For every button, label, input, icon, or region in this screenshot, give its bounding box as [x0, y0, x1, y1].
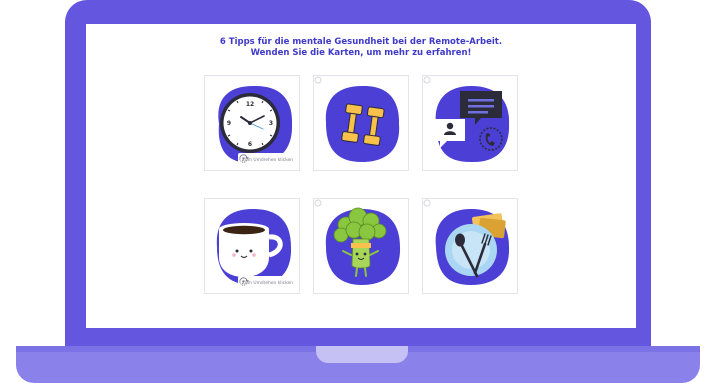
flip-card-coffee[interactable]: Zum Umdrehen klicken — [204, 198, 300, 294]
flip-icon — [314, 199, 322, 207]
dumbbell-icon — [325, 85, 400, 162]
flip-card-broccoli[interactable] — [313, 198, 409, 294]
svg-text:6: 6 — [248, 141, 252, 148]
intro-text: 6 Tipps für die mentale Gesundheit bei d… — [86, 37, 636, 59]
flip-card-communication[interactable] — [422, 75, 518, 171]
flip-card-meal[interactable] — [422, 198, 518, 294]
flip-hint-label: Zum Umdrehen klicken — [241, 280, 293, 286]
flip-icon — [239, 154, 249, 163]
laptop-screen: 6 Tipps für die mentale Gesundheit bei d… — [86, 24, 636, 328]
svg-text:12: 12 — [246, 101, 254, 108]
intro-line-1: 6 Tipps für die mentale Gesundheit bei d… — [219, 37, 503, 47]
flip-hint: Zum Umdrehen klicken — [237, 276, 296, 290]
broccoli-icon — [325, 207, 401, 285]
svg-text:9: 9 — [227, 120, 231, 127]
flip-icon — [423, 199, 431, 207]
flip-card-clock[interactable]: 12 3 6 9 Zum Umdrehen klicken — [204, 75, 300, 171]
laptop-notch — [316, 346, 408, 363]
flip-icon — [239, 277, 249, 286]
flip-card-dumbbell[interactable] — [313, 75, 409, 171]
flip-icon — [314, 76, 322, 84]
flip-icon — [423, 76, 431, 84]
flip-hint: Zum Umdrehen klicken — [237, 153, 296, 167]
flip-hint-label: Zum Umdrehen klicken — [241, 157, 293, 163]
plate-cutlery-icon — [435, 209, 510, 285]
intro-line-2: Wenden Sie die Karten, um mehr zu erfahr… — [250, 48, 472, 58]
chat-icon — [435, 86, 510, 163]
svg-text:3: 3 — [269, 120, 273, 127]
